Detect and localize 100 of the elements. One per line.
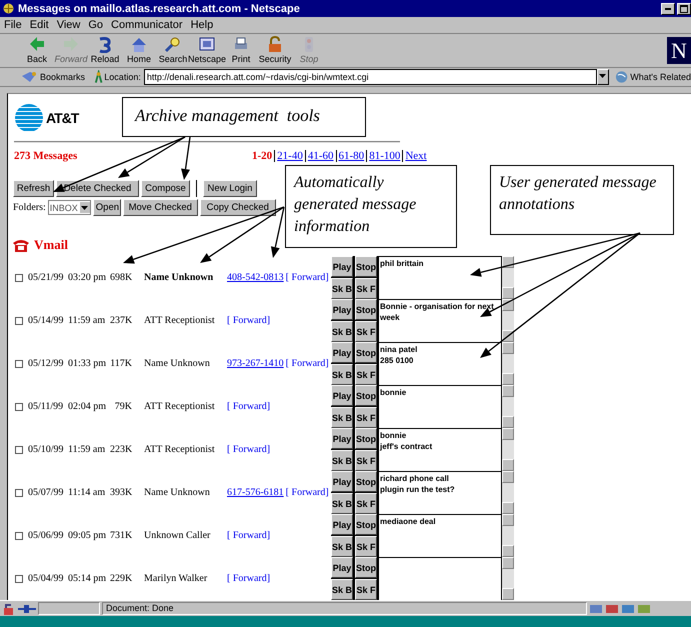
maximize-button[interactable] — [677, 2, 691, 14]
checkbox[interactable] — [15, 360, 23, 368]
page-link[interactable]: 21-40 — [275, 150, 305, 162]
playback-button[interactable]: Sk B — [331, 364, 353, 385]
playback-button[interactable]: Sk B — [331, 579, 353, 600]
playback-button[interactable]: Stop — [355, 299, 377, 320]
checkbox[interactable] — [15, 488, 23, 496]
checkbox[interactable] — [15, 274, 23, 282]
checkbox[interactable] — [15, 402, 23, 410]
forward-link[interactable]: [ Forward] — [227, 444, 270, 455]
playback-button[interactable]: Sk F — [355, 407, 377, 428]
scrollbar[interactable] — [501, 557, 514, 600]
scrollbar[interactable] — [501, 299, 514, 342]
playback-button[interactable]: Sk B — [331, 450, 353, 471]
action-button[interactable]: New Login — [203, 180, 257, 197]
playback-button[interactable]: Play — [331, 428, 353, 449]
playback-button[interactable]: Play — [331, 471, 353, 492]
scrollbar[interactable] — [501, 428, 514, 471]
page-link[interactable]: Next — [403, 150, 429, 162]
toolbar-button[interactable]: Print — [224, 36, 258, 67]
bookmarks-button[interactable]: Bookmarks — [40, 72, 86, 82]
page-link[interactable]: 81-100 — [367, 150, 402, 162]
playback-button[interactable]: Sk F — [355, 321, 377, 342]
forward-link[interactable]: [ Forward] — [286, 487, 329, 498]
playback-button[interactable]: Play — [331, 514, 353, 535]
toolbar-button[interactable]: Security — [258, 36, 292, 67]
checkbox[interactable] — [15, 446, 23, 454]
page-link[interactable]: 61-80 — [336, 150, 366, 162]
playback-button[interactable]: Play — [331, 342, 353, 363]
phone-link[interactable]: 408-542-0813 — [227, 272, 284, 283]
playback-button[interactable]: Sk F — [355, 579, 377, 600]
playback-button[interactable]: Play — [331, 557, 353, 578]
playback-button[interactable]: Stop — [355, 428, 377, 449]
scrollbar[interactable] — [501, 342, 514, 385]
url-field[interactable]: http://denali.research.att.com/~rdavis/cgi-bin/wmtext.cgi — [144, 69, 597, 85]
menu-item[interactable]: File — [0, 19, 26, 31]
playback-button[interactable]: Sk F — [355, 364, 377, 385]
whats-related-button[interactable]: What's Related — [630, 72, 691, 82]
menu-item[interactable]: Edit — [26, 19, 53, 31]
scrollbar[interactable] — [501, 385, 514, 428]
minimize-button[interactable] — [661, 2, 675, 14]
menu-item[interactable]: View — [52, 19, 84, 31]
scrollbar[interactable] — [501, 471, 514, 514]
page-link[interactable]: 41-60 — [306, 150, 336, 162]
playback-button[interactable]: Sk F — [355, 278, 377, 299]
playback-button[interactable]: Stop — [355, 514, 377, 535]
toolbar-button[interactable]: Netscape — [190, 36, 224, 67]
playback-button[interactable]: Sk B — [331, 536, 353, 557]
checkbox[interactable] — [15, 532, 23, 540]
scrollbar[interactable] — [501, 256, 514, 299]
forward-link[interactable]: [ Forward] — [286, 358, 329, 369]
forward-link[interactable]: [ Forward] — [227, 401, 270, 412]
action-button[interactable]: Open — [92, 199, 121, 216]
playback-button[interactable]: Sk B — [331, 493, 353, 514]
note-field[interactable]: bonnie — [378, 385, 501, 430]
toolbar-button[interactable]: Reload — [88, 36, 122, 67]
checkbox[interactable] — [15, 574, 23, 582]
note-field[interactable] — [378, 557, 501, 600]
playback-button[interactable]: Play — [331, 385, 353, 406]
note-field[interactable]: richard phone call plugin run the test? — [378, 471, 501, 516]
playback-button[interactable]: Sk B — [331, 278, 353, 299]
forward-link[interactable]: [ Forward] — [227, 573, 270, 584]
folder-select[interactable]: INBOX — [48, 200, 91, 215]
forward-link[interactable]: [ Forward] — [227, 315, 270, 326]
note-field[interactable]: nina patel 285 0100 — [378, 342, 501, 387]
playback-button[interactable]: Stop — [355, 256, 377, 277]
playback-button[interactable]: Stop — [355, 471, 377, 492]
action-button[interactable]: Compose — [141, 180, 190, 197]
note-field[interactable]: mediaone deal — [378, 514, 501, 559]
playback-button[interactable]: Sk B — [331, 407, 353, 428]
dropdown-button[interactable] — [596, 69, 610, 85]
phone-link[interactable]: 617-576-6181 — [227, 487, 284, 498]
playback-button[interactable]: Sk B — [331, 321, 353, 342]
menu-item[interactable]: Help — [186, 19, 218, 31]
forward-link[interactable]: [ Forward] — [286, 272, 329, 283]
playback-button[interactable]: Sk F — [355, 450, 377, 471]
toolbar-button[interactable]: Home — [122, 36, 156, 67]
toolbar-button[interactable]: Back — [20, 36, 54, 67]
action-button[interactable]: Refresh — [13, 180, 54, 197]
action-button[interactable]: Delete Checked — [56, 180, 139, 197]
phone-link[interactable]: 973-267-1410 — [227, 358, 284, 369]
scrollbar[interactable] — [501, 514, 514, 557]
page-link[interactable]: 1-20 — [250, 150, 274, 162]
playback-button[interactable]: Stop — [355, 385, 377, 406]
playback-button[interactable]: Stop — [355, 342, 377, 363]
playback-button[interactable]: Play — [331, 256, 353, 277]
checkbox[interactable] — [15, 316, 23, 324]
playback-button[interactable]: Stop — [355, 557, 377, 578]
playback-button[interactable]: Play — [331, 299, 353, 320]
note-field[interactable]: Bonnie - organisation for next week — [378, 299, 501, 344]
forward-link[interactable]: [ Forward] — [227, 530, 270, 541]
note-field[interactable]: phil brittain — [378, 256, 501, 301]
playback-button[interactable]: Sk F — [355, 493, 377, 514]
menu-item[interactable]: Go — [84, 19, 108, 31]
action-button[interactable]: Move Checked — [122, 199, 198, 216]
toolbar-button[interactable]: Search — [156, 36, 190, 67]
playback-button[interactable]: Sk F — [355, 536, 377, 557]
menu-item[interactable]: Communicator — [107, 19, 187, 31]
note-field[interactable]: bonnie jeff's contract — [378, 428, 501, 473]
action-button[interactable]: Copy Checked — [200, 199, 276, 216]
